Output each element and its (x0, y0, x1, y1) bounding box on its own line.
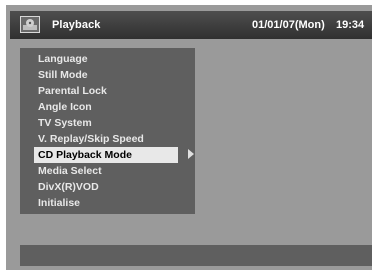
menu-item-media-select[interactable]: Media Select (20, 163, 195, 179)
date-display: 01/01/07(Mon) (252, 19, 325, 31)
menu-panel: Language Still Mode Parental Lock Angle … (20, 48, 195, 214)
page-title: Playback (52, 19, 101, 31)
menu-item-language[interactable]: Language (20, 51, 195, 67)
status-bar (20, 245, 372, 266)
menu-item-angle-icon[interactable]: Angle Icon (20, 99, 195, 115)
time-display: 19:34 (336, 19, 365, 31)
menu-list: Language Still Mode Parental Lock Angle … (20, 51, 195, 211)
menu-item-parental-lock[interactable]: Parental Lock (20, 83, 195, 99)
menu-item-still-mode[interactable]: Still Mode (20, 67, 195, 83)
disc-player-icon (20, 16, 40, 33)
menu-item-replay-skip-speed[interactable]: V. Replay/Skip Speed (20, 131, 195, 147)
menu-item-tv-system[interactable]: TV System (20, 115, 195, 131)
menu-item-initialise[interactable]: Initialise (20, 195, 195, 211)
menu-item-cd-playback-mode[interactable]: CD Playback Mode (34, 147, 178, 163)
right-arrow-icon (188, 149, 194, 159)
title-bar: Playback 01/01/07(Mon) 19:34 (10, 11, 372, 39)
menu-item-divx-vod[interactable]: DivX(R)VOD (20, 179, 195, 195)
